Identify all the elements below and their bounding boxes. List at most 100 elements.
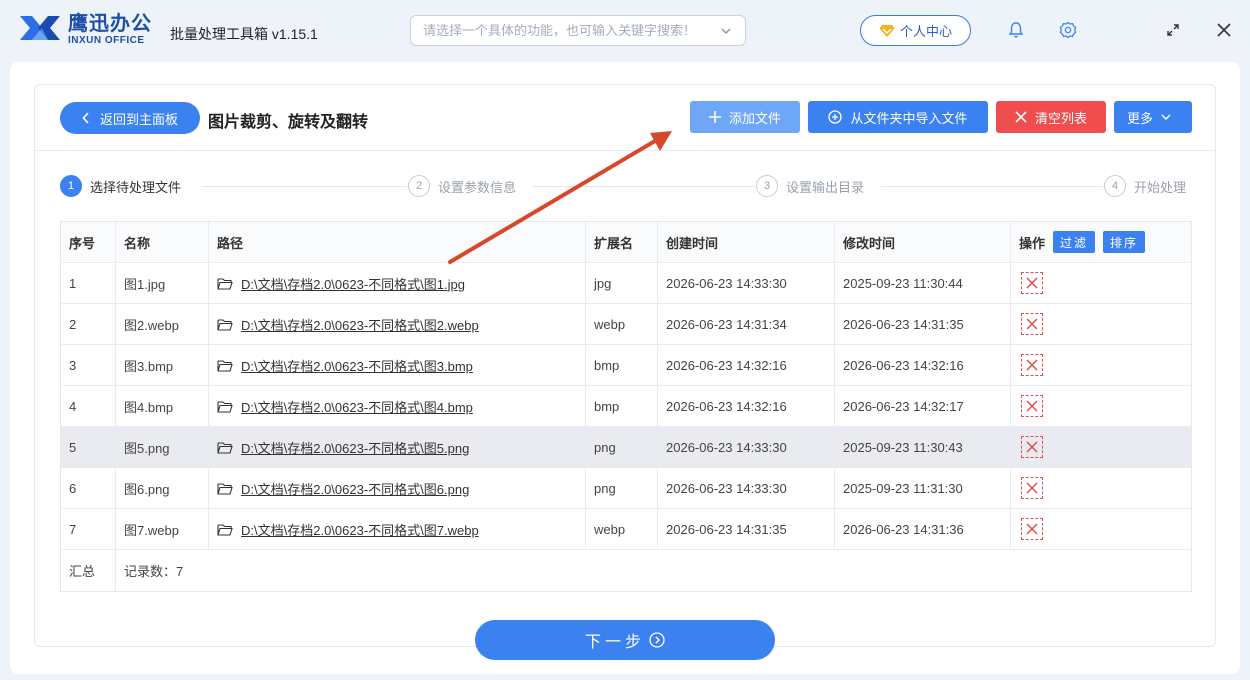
chevron-down-icon[interactable] <box>719 24 733 38</box>
search-box[interactable] <box>410 15 746 46</box>
table-row[interactable]: 7 图7.webp D:\文档\存档2.0\0623-不同格式\图7.webp … <box>61 509 1191 550</box>
page-title: 图片裁剪、旋转及翻转 <box>208 114 369 131</box>
row-name: 图1.jpg <box>116 263 209 303</box>
brand-name-en: INXUN OFFICE <box>68 35 145 46</box>
folder-icon[interactable] <box>217 359 233 372</box>
table-summary-row: 汇总 记录数：7 <box>61 550 1191 591</box>
header-name: 名称 <box>116 222 209 262</box>
table-row[interactable]: 5 图5.png D:\文档\存档2.0\0623-不同格式\图5.png pn… <box>61 427 1191 468</box>
row-path: D:\文档\存档2.0\0623-不同格式\图6.png <box>209 468 586 508</box>
file-path-link[interactable]: D:\文档\存档2.0\0623-不同格式\图6.png <box>241 479 469 498</box>
folder-icon[interactable] <box>217 400 233 413</box>
user-center-button[interactable]: 个人中心 <box>860 15 971 46</box>
row-modified: 2026-06-23 14:31:35 <box>835 304 1011 344</box>
row-path: D:\文档\存档2.0\0623-不同格式\图2.webp <box>209 304 586 344</box>
step-connector <box>881 186 1103 187</box>
row-path: D:\文档\存档2.0\0623-不同格式\图5.png <box>209 427 586 467</box>
delete-icon[interactable] <box>1021 272 1043 294</box>
gear-icon[interactable] <box>1058 20 1078 40</box>
file-path-link[interactable]: D:\文档\存档2.0\0623-不同格式\图3.bmp <box>241 356 473 375</box>
table-row[interactable]: 3 图3.bmp D:\文档\存档2.0\0623-不同格式\图3.bmp bm… <box>61 345 1191 386</box>
add-file-button[interactable]: 添加文件 <box>690 101 800 133</box>
clear-list-button[interactable]: 清空列表 <box>996 101 1106 133</box>
row-action <box>1011 263 1191 303</box>
row-created: 2026-06-23 14:33:30 <box>658 263 835 303</box>
folder-icon[interactable] <box>217 318 233 331</box>
row-index: 5 <box>61 427 116 467</box>
summary-label: 汇总 <box>61 550 116 591</box>
folder-icon[interactable] <box>217 441 233 454</box>
delete-icon[interactable] <box>1021 518 1043 540</box>
row-action <box>1011 386 1191 426</box>
row-modified: 2025-09-23 11:31:30 <box>835 468 1011 508</box>
row-name: 图6.png <box>116 468 209 508</box>
row-created: 2026-06-23 14:33:30 <box>658 427 835 467</box>
row-created: 2026-06-23 14:32:16 <box>658 386 835 426</box>
row-ext: png <box>586 427 658 467</box>
table-row[interactable]: 2 图2.webp D:\文档\存档2.0\0623-不同格式\图2.webp … <box>61 304 1191 345</box>
header-action-label: 操作 <box>1019 235 1046 251</box>
folder-icon[interactable] <box>217 523 233 536</box>
row-created: 2026-06-23 14:31:35 <box>658 509 835 549</box>
next-step-button[interactable]: 下一步 <box>475 620 775 660</box>
step-label: 设置参数信息 <box>438 179 517 195</box>
delete-icon[interactable] <box>1021 395 1043 417</box>
step-connector <box>532 186 755 187</box>
step-number: 3 <box>756 175 778 197</box>
folder-icon[interactable] <box>217 482 233 495</box>
plus-circle-icon <box>828 110 843 124</box>
delete-icon[interactable] <box>1021 436 1043 458</box>
file-path-link[interactable]: D:\文档\存档2.0\0623-不同格式\图7.webp <box>241 520 479 539</box>
row-modified: 2026-06-23 14:32:16 <box>835 345 1011 385</box>
close-icon[interactable] <box>1214 20 1234 40</box>
row-index: 3 <box>61 345 116 385</box>
header-index: 序号 <box>61 222 116 262</box>
row-name: 图2.webp <box>116 304 209 344</box>
import-folder-button[interactable]: 从文件夹中导入文件 <box>808 101 988 133</box>
delete-icon[interactable] <box>1021 354 1043 376</box>
row-action <box>1011 427 1191 467</box>
row-ext: jpg <box>586 263 658 303</box>
back-label: 返回到主面板 <box>99 111 178 127</box>
header-action: 操作 过滤 排序 <box>1011 222 1191 262</box>
table-row[interactable]: 6 图6.png D:\文档\存档2.0\0623-不同格式\图6.png pn… <box>61 468 1191 509</box>
file-path-link[interactable]: D:\文档\存档2.0\0623-不同格式\图5.png <box>241 438 469 457</box>
file-path-link[interactable]: D:\文档\存档2.0\0623-不同格式\图1.jpg <box>241 274 465 293</box>
filter-button[interactable]: 过滤 <box>1053 231 1096 253</box>
table-row[interactable]: 1 图1.jpg D:\文档\存档2.0\0623-不同格式\图1.jpg jp… <box>61 263 1191 304</box>
row-path: D:\文档\存档2.0\0623-不同格式\图4.bmp <box>209 386 586 426</box>
row-index: 7 <box>61 509 116 549</box>
file-path-link[interactable]: D:\文档\存档2.0\0623-不同格式\图2.webp <box>241 315 479 334</box>
summary-count: 记录数：7 <box>124 564 184 579</box>
add-file-label: 添加文件 <box>728 110 781 126</box>
bell-icon[interactable] <box>1006 20 1026 40</box>
maximize-icon[interactable] <box>1163 20 1183 40</box>
row-created: 2026-06-23 14:31:34 <box>658 304 835 344</box>
row-path: D:\文档\存档2.0\0623-不同格式\图7.webp <box>209 509 586 549</box>
back-to-home-button[interactable]: 返回到主面板 <box>60 102 200 134</box>
delete-icon[interactable] <box>1021 477 1043 499</box>
folder-icon[interactable] <box>217 277 233 290</box>
arrow-right-circle-icon <box>649 632 665 648</box>
row-name: 图3.bmp <box>116 345 209 385</box>
row-ext: webp <box>586 509 658 549</box>
step-output-dir: 3 设置输出目录 <box>756 175 864 197</box>
x-icon <box>1015 111 1027 123</box>
row-path: D:\文档\存档2.0\0623-不同格式\图3.bmp <box>209 345 586 385</box>
user-center-label: 个人中心 <box>899 24 952 39</box>
table-header-row: 序号 名称 路径 扩展名 创建时间 修改时间 操作 过滤 排序 <box>61 222 1191 263</box>
sort-button[interactable]: 排序 <box>1103 231 1146 253</box>
more-button[interactable]: 更多 <box>1114 101 1192 133</box>
search-input[interactable] <box>423 23 719 38</box>
table-row[interactable]: 4 图4.bmp D:\文档\存档2.0\0623-不同格式\图4.bmp bm… <box>61 386 1191 427</box>
chevron-down-icon <box>1161 114 1171 120</box>
row-modified: 2026-06-23 14:32:17 <box>835 386 1011 426</box>
header-ext: 扩展名 <box>586 222 658 262</box>
header-divider <box>35 150 1215 151</box>
row-modified: 2025-09-23 11:30:43 <box>835 427 1011 467</box>
row-action <box>1011 509 1191 549</box>
delete-icon[interactable] <box>1021 313 1043 335</box>
file-path-link[interactable]: D:\文档\存档2.0\0623-不同格式\图4.bmp <box>241 397 473 416</box>
row-ext: webp <box>586 304 658 344</box>
row-ext: bmp <box>586 386 658 426</box>
